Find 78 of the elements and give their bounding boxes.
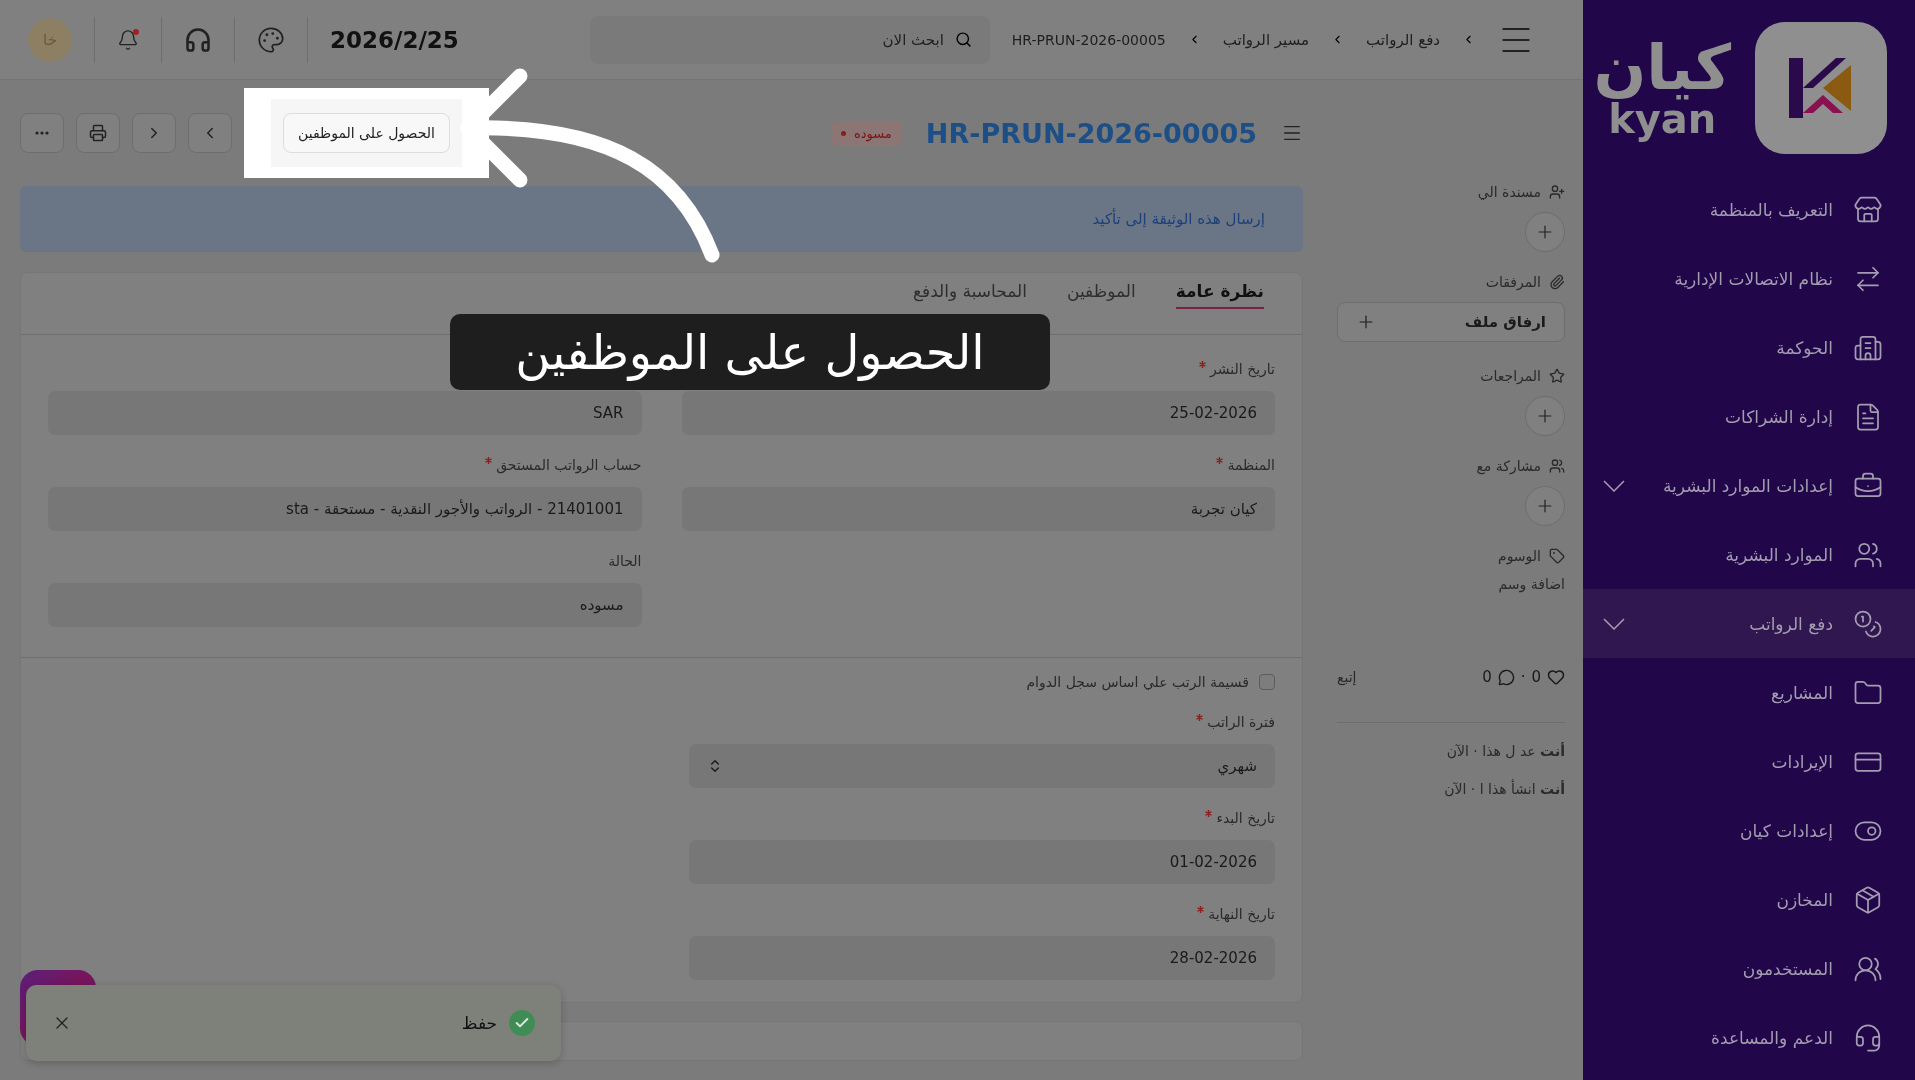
activity-text: أنت انشأ هذا ا · الآن — [1443, 781, 1565, 797]
document-title: HR-PRUN-2026-00005 — [925, 117, 1257, 149]
input-field[interactable]: 01-02-2026 — [688, 840, 1275, 884]
attach-file-button[interactable]: ارفاق ملف — [1337, 302, 1565, 342]
input-field[interactable]: مسوده — [48, 583, 642, 627]
sidebar-item[interactable]: إعدادات كيان — [1583, 796, 1915, 865]
field-label: حساب الرواتب المستحق — [496, 457, 642, 473]
headset-icon — [1853, 1022, 1883, 1053]
banner-text[interactable]: إرسال هذه الوثيقة إلى تأكيد — [1092, 210, 1265, 228]
tab[interactable]: نظرة عامة — [1175, 277, 1264, 309]
storefront-icon — [1853, 194, 1883, 225]
people-icon — [1549, 458, 1565, 474]
field-label: تاريخ النهاية — [1208, 906, 1275, 922]
paperclip-icon — [1549, 274, 1565, 290]
date-text: 2026/2/25 — [330, 26, 459, 53]
tab[interactable]: الموظفين — [1066, 277, 1136, 309]
input-field[interactable]: كيان تجربة — [681, 487, 1275, 531]
breadcrumb-link[interactable]: مسير الرواتب — [1222, 30, 1310, 49]
sidebar-item[interactable]: المستخدمون — [1583, 934, 1915, 1003]
like-count: 0 — [1531, 668, 1541, 686]
checkbox-label: قسيمة الرتب علي اساس سجل الدوام — [1026, 674, 1249, 690]
sidebar-item[interactable]: التعريف بالمنظمة — [1583, 175, 1915, 244]
print-button[interactable] — [76, 113, 120, 153]
star-icon — [1549, 368, 1565, 384]
input-field[interactable]: 28-02-2026 — [688, 936, 1275, 980]
coins-icon — [1853, 608, 1883, 639]
field-label: الحالة — [608, 553, 642, 569]
comment-icon[interactable] — [1497, 668, 1515, 686]
notification-icon[interactable] — [117, 28, 139, 51]
printer-icon — [89, 124, 107, 142]
user-add-icon — [1549, 184, 1565, 200]
sidebar-item[interactable]: الإيرادات — [1583, 727, 1915, 796]
sidebar-item[interactable]: نظام الاتصالات الإدارية — [1583, 244, 1915, 313]
get-employees-button[interactable]: الحصول على الموظفين — [283, 113, 450, 153]
breadcrumb-link[interactable]: دفع الرواتب — [1366, 30, 1440, 49]
section-label: مسندة الي — [1477, 184, 1541, 200]
sidebar-item[interactable]: إعدادات الموارد البشرية — [1583, 451, 1915, 520]
logo-icon — [1755, 21, 1887, 154]
tutorial-caption: الحصول على الموظفين — [450, 314, 1050, 390]
activity-text: أنت عد ل هذا · الآن — [1445, 743, 1565, 759]
breadcrumb-link[interactable]: HR-PRUN-2026-00005 — [1011, 31, 1166, 48]
separator-dot: · — [1520, 668, 1526, 686]
sidebar-item[interactable]: إدارة الشراكات — [1583, 382, 1915, 451]
headset-icon[interactable] — [184, 25, 212, 54]
sidebar-item[interactable]: المشاريع — [1583, 658, 1915, 727]
check-icon — [509, 1010, 535, 1036]
sidebar-item[interactable]: الموارد البشرية — [1583, 520, 1915, 589]
sidebar-item[interactable]: الدعم والمساعدة — [1583, 1003, 1915, 1072]
select-field[interactable]: شهري — [688, 744, 1275, 788]
search-field[interactable]: ابحث الان — [589, 15, 990, 64]
add-tag-link[interactable]: اضافة وسم — [1337, 576, 1565, 592]
section-label: الوسوم — [1497, 548, 1541, 564]
section-label: المرفقات — [1485, 274, 1541, 290]
section-label: مشاركة مع — [1476, 458, 1541, 474]
sidebar-item[interactable]: دفع الرواتب — [1583, 589, 1915, 658]
input-field[interactable]: 25-02-2026 — [681, 391, 1275, 435]
sidebar-item[interactable]: المخازن — [1583, 865, 1915, 934]
search-icon — [954, 30, 972, 48]
logo-text: كيان — [1593, 36, 1731, 99]
checkbox[interactable] — [1259, 674, 1275, 690]
input-field[interactable]: 21401001 - الرواتب والأجور النقدية - مستحقة - sta — [48, 487, 642, 531]
tag-icon — [1549, 548, 1565, 564]
field-label: تاريخ البدء — [1216, 810, 1275, 826]
field-label: المنظمة — [1227, 457, 1275, 473]
package-icon — [1853, 884, 1883, 915]
tab[interactable]: المحاسبة والدفع — [912, 277, 1027, 309]
input-field[interactable]: SAR — [48, 391, 642, 435]
status-badge: مسوده — [830, 120, 902, 146]
comment-count: 0 — [1482, 668, 1492, 686]
follow-link[interactable]: إتبع — [1337, 669, 1357, 685]
field-label: فترة الراتب — [1207, 714, 1275, 730]
section-label: المراجعات — [1480, 368, 1541, 384]
sidebar-item[interactable]: الحوكمة — [1583, 313, 1915, 382]
field-label: تاريخ النشر — [1210, 361, 1275, 377]
ellipsis-icon — [35, 131, 49, 135]
palette-icon[interactable] — [257, 25, 285, 54]
heart-icon[interactable] — [1547, 668, 1565, 686]
toast-message: حفظ — [461, 1013, 497, 1033]
